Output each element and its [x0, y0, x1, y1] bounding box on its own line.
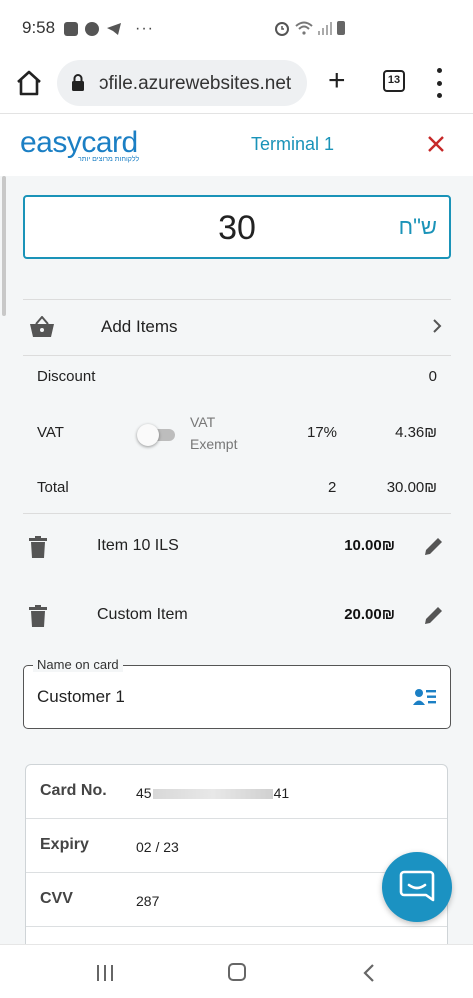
item-name: Custom Item — [97, 606, 188, 623]
add-items-label: Add Items — [101, 317, 178, 336]
recent-apps-icon[interactable] — [96, 965, 114, 981]
chat-button[interactable] — [382, 852, 452, 922]
currency-label: ש"ח — [398, 214, 437, 239]
name-on-card-field[interactable]: Name on card Customer 1 — [23, 657, 451, 729]
card-number-value: 45 41 — [136, 785, 290, 801]
chevron-right-icon — [433, 319, 442, 333]
system-nav-bar — [0, 944, 473, 998]
vat-amount: 4.36₪ — [395, 424, 437, 441]
vat-exempt-toggle[interactable] — [137, 424, 177, 446]
discount-row: Discount 0 — [37, 364, 437, 392]
card-number-row[interactable]: Card No. 45 41 — [26, 765, 447, 819]
status-system-icons — [274, 20, 345, 36]
list-item: Item 10 ILS 10.00₪ — [23, 522, 451, 572]
total-row: Total 2 30.00₪ — [37, 475, 437, 503]
wifi-icon — [295, 21, 313, 35]
new-tab-button[interactable]: + — [328, 66, 346, 96]
vat-row: VAT VAT Exempt 17% 4.36₪ — [37, 414, 437, 452]
pencil-icon[interactable] — [423, 604, 445, 626]
cvv-value: 287 — [136, 893, 160, 909]
expiry-row[interactable]: Expiry 02 / 23 — [26, 819, 447, 873]
home-icon[interactable] — [14, 68, 44, 98]
total-label: Total — [37, 479, 69, 496]
logo-tagline: ללקוחות מרוצים יותר — [78, 156, 140, 163]
cvv-label: CVV — [40, 890, 73, 907]
home-nav-icon[interactable] — [228, 963, 246, 981]
easycard-logo: easycard — [20, 126, 138, 159]
browser-menu-icon[interactable] — [434, 68, 444, 98]
browser-toolbar: ɔfile.azurewebsites.net + 13 — [0, 56, 473, 114]
alarm-icon — [275, 22, 289, 36]
back-icon[interactable] — [362, 963, 376, 983]
total-amount: 30.00₪ — [386, 479, 437, 496]
close-icon[interactable] — [426, 134, 446, 154]
card-details: Card No. 45 41 Expiry 02 / 23 CVV 287 — [25, 764, 448, 944]
vat-exempt-label: VAT Exempt — [190, 414, 238, 452]
gallery-notification-icon — [64, 22, 78, 36]
expiry-label: Expiry — [40, 836, 89, 853]
telegram-notification-icon — [107, 23, 121, 35]
amount-field[interactable]: 30 ש"ח — [23, 195, 451, 259]
battery-icon — [337, 21, 345, 35]
card-number-label: Card No. — [40, 782, 107, 799]
trash-icon[interactable] — [29, 536, 47, 558]
app-header: easycard ללקוחות מרוצים יותר Terminal 1 — [0, 114, 473, 176]
tab-switcher-button[interactable]: 13 — [383, 70, 405, 92]
item-price: 10.00₪ — [344, 537, 395, 554]
whatsapp-notification-icon — [85, 22, 99, 36]
amount-value: 30 — [218, 209, 256, 247]
terminal-selector[interactable]: Terminal 1 — [251, 134, 334, 155]
charge-form: 30 ש"ח Add Items Discount 0 VAT VAT Exem… — [0, 176, 473, 944]
more-notifications-icon: ··· — [135, 20, 154, 37]
scrollbar[interactable] — [2, 176, 6, 316]
trash-icon[interactable] — [29, 605, 47, 627]
vat-label: VAT — [37, 424, 64, 441]
item-name: Item 10 ILS — [97, 537, 179, 554]
item-price: 20.00₪ — [344, 606, 395, 623]
list-item: Custom Item 20.00₪ — [23, 591, 451, 641]
discount-label: Discount — [37, 368, 96, 385]
pencil-icon[interactable] — [423, 535, 445, 557]
total-count: 2 — [328, 479, 337, 496]
status-bar: 9:58 ··· — [0, 0, 473, 56]
add-items-row[interactable]: Add Items — [23, 300, 451, 354]
address-bar[interactable]: ɔfile.azurewebsites.net — [57, 60, 307, 106]
expiry-value: 02 / 23 — [136, 839, 179, 855]
masked-digits — [152, 789, 273, 800]
vat-rate: 17% — [307, 424, 338, 441]
divider — [23, 513, 451, 514]
discount-value[interactable]: 0 — [429, 368, 437, 385]
divider — [23, 355, 451, 356]
status-notification-icons: ··· — [64, 20, 154, 38]
chat-icon — [399, 870, 435, 902]
basket-icon — [30, 316, 54, 337]
contact-list-icon[interactable] — [413, 687, 437, 707]
name-on-card-label: Name on card — [33, 657, 123, 672]
lock-icon — [72, 74, 84, 91]
signal-icon — [318, 22, 332, 35]
status-time: 9:58 — [22, 18, 56, 37]
name-on-card-value: Customer 1 — [37, 687, 125, 706]
url-text: ɔfile.azurewebsites.net — [99, 73, 292, 94]
